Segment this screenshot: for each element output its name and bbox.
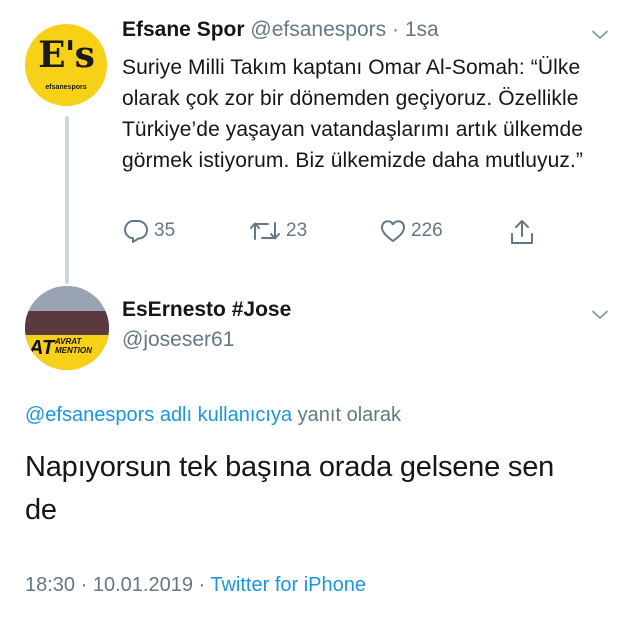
chevron-down-icon[interactable] [592,307,608,323]
retweet-button[interactable]: 23 [248,218,307,244]
heart-icon [379,218,411,244]
retweet-count: 23 [286,220,308,241]
tweet1-handle[interactable]: @efsanespors [250,18,386,41]
tweet2-metadata: 18:30 · 10.01.2019 · Twitter for iPhone [25,574,366,596]
reply-icon [122,218,154,244]
tweet2-time[interactable]: 18:30 [25,574,75,596]
tweet2-text: Napıyorsun tek başına orada gelsene sen … [25,451,555,526]
efsanespor-avatar[interactable]: E's efsanespors [25,24,107,106]
retweet-icon [248,218,286,244]
like-count: 226 [411,220,443,241]
tweet2-display-name[interactable]: EsErnesto #Jose [122,298,291,322]
tweet2-source-link[interactable]: Twitter for iPhone [210,574,366,596]
tweet1-timestamp[interactable]: 1sa [405,18,439,41]
tweet1-header: Efsane Spor @efsanespors · 1sa [122,18,439,42]
tweet1-text: Suriye Milli Takım kaptanı Omar Al-Somah… [122,56,584,172]
esernesto-avatar[interactable]: AT AVRAT MENTION [25,286,109,370]
chevron-down-icon[interactable] [592,27,608,43]
reply-button[interactable]: 35 [122,218,175,244]
tweet2-handle[interactable]: @joseser61 [122,328,234,352]
reply-count: 35 [154,220,176,241]
tweet2-date[interactable]: 10.01.2019 [93,574,193,596]
avatar-logo-subtext: efsanespors [45,84,87,91]
like-button[interactable]: 226 [379,218,443,244]
tweet1-separator: · [391,18,399,41]
reply-context: @efsanespors adlı kullanıcıya yanıt olar… [25,404,401,427]
avatar-logo-subtext: AVRAT MENTION [55,337,92,355]
reply-mention-link[interactable]: @efsanespors adlı kullanıcıya [25,404,292,426]
thread-connector-line [65,116,69,284]
tweet1-action-bar: 35 23 226 [122,218,552,254]
avatar-logo-text: E's [38,34,95,76]
avatar-logo-text: AT [29,337,55,359]
tweet1-display-name[interactable]: Efsane Spor [122,18,245,41]
share-button[interactable] [508,218,540,246]
reply-context-suffix: yanıt olarak [292,404,402,426]
share-icon [508,218,540,246]
